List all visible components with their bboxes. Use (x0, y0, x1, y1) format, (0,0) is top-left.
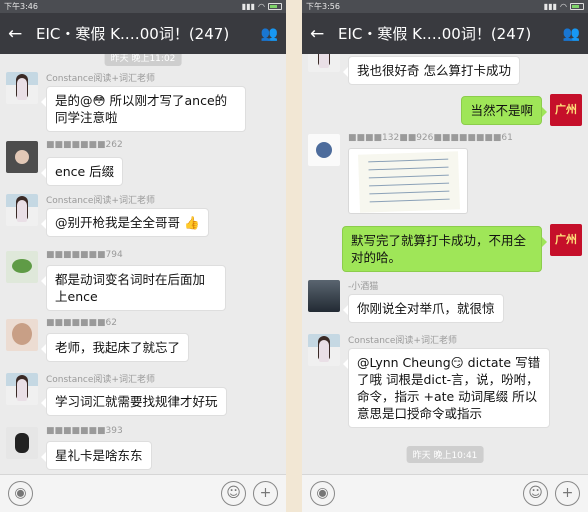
wifi-icon: ◠ (560, 2, 567, 11)
timestamp: 昨天 晚上10:41 (406, 446, 484, 463)
message-bubble[interactable]: @Lynn Cheung😏 dictate 写错了哦 词根是dict-言，说，吩… (343, 348, 550, 428)
message-bubble[interactable]: 你刚说全对举爪，就很惊 (343, 294, 504, 323)
screenshot-pair: 下午3:46 ▮▮▮ ◠ ← EIC・寒假 K.…00词！(247) 👥 昨天 … (0, 0, 588, 512)
sender-name: Constance阅读+词汇老师 (46, 196, 155, 206)
message-list[interactable]: 我也很好奇 怎么算打卡成功 广州 当然不是啊 ■■■■132■■926■■■■■… (302, 54, 588, 474)
plus-icon[interactable]: + (253, 481, 278, 506)
message-bubble[interactable]: 都是动词变名词时在后面加上ence (41, 265, 226, 311)
avatar[interactable] (308, 54, 340, 72)
avatar[interactable] (308, 280, 340, 312)
phone-screen-right: 下午3:56 ▮▮▮ ◠ ← EIC・寒假 K.…00词！(247) 👥 我也很… (302, 0, 588, 512)
group-members-icon[interactable]: 👥 (256, 26, 278, 42)
emoji-icon[interactable]: ☺ (523, 481, 548, 506)
message-bubble[interactable]: 老师，我起床了就忘了 (40, 333, 190, 362)
avatar[interactable] (308, 134, 340, 166)
message-list[interactable]: 昨天 晚上11:02 Constance阅读+词汇老师 是的@😳 所以刚才写了a… (0, 54, 286, 474)
chat-input-bar: ◉ ☺ + (302, 474, 588, 512)
status-icons: ▮▮▮ ◠ (242, 0, 282, 13)
battery-icon (268, 3, 282, 10)
back-arrow-icon[interactable]: ← (8, 24, 30, 44)
message: Constance阅读+词汇老师 是的@😳 所以刚才写了ance的同学注意啦 (4, 72, 282, 132)
message-bubble[interactable]: 学习词汇就需要找规律才好玩 (41, 387, 227, 416)
sender-name: Constance阅读+词汇老师 (46, 375, 155, 385)
avatar[interactable] (6, 72, 38, 104)
status-time: 下午3:56 (306, 2, 340, 11)
sender-name: ■■■■■■■393 (46, 426, 123, 436)
group-members-icon[interactable]: 👥 (558, 26, 580, 42)
status-bar: 下午3:56 ▮▮▮ ◠ (302, 0, 588, 13)
message-bubble[interactable]: 星礼卡是啥东东 (41, 441, 152, 470)
message: ■■■■132■■926■■■■■■■■61 (306, 133, 584, 214)
sender-name: ■■■■132■■926■■■■■■■■61 (348, 133, 513, 143)
sender-name: -小酒猫 (348, 282, 379, 292)
photo-of-notes (358, 151, 460, 213)
message-bubble[interactable]: @别开枪我是全全哥哥 👍 (41, 208, 209, 237)
status-bar: 下午3:46 ▮▮▮ ◠ (0, 0, 286, 13)
message-bubble[interactable]: 是的@😳 所以刚才写了ance的同学注意啦 (41, 86, 246, 132)
back-arrow-icon[interactable]: ← (310, 24, 332, 44)
emoji-icon[interactable]: ☺ (221, 481, 246, 506)
sender-name: Constance阅读+词汇老师 (46, 74, 155, 84)
battery-icon (570, 3, 584, 10)
wifi-icon: ◠ (258, 2, 265, 11)
voice-icon[interactable]: ◉ (8, 481, 33, 506)
chat-header: ← EIC・寒假 K.…00词！(247) 👥 (0, 13, 286, 54)
avatar[interactable] (308, 334, 340, 366)
signal-icon: ▮▮▮ (543, 2, 558, 11)
avatar[interactable] (6, 373, 38, 405)
avatar[interactable] (6, 427, 38, 459)
signal-icon: ▮▮▮ (241, 2, 256, 11)
sender-name: ■■■■■■■794 (46, 250, 123, 260)
message-bubble[interactable]: 我也很好奇 怎么算打卡成功 (343, 56, 520, 85)
plus-icon[interactable]: + (555, 481, 580, 506)
message-bubble[interactable]: 默写完了就算打卡成功，不用全对的哈。 (342, 226, 547, 272)
voice-icon[interactable]: ◉ (310, 481, 335, 506)
sender-name: ■■■■■■■62 (46, 318, 117, 328)
status-time: 下午3:46 (4, 2, 38, 11)
chat-title: EIC・寒假 K.…00词！(247) (36, 25, 230, 43)
chat-header: ← EIC・寒假 K.…00词！(247) 👥 (302, 13, 588, 54)
message-bubble[interactable]: ence 后缀 (40, 157, 124, 186)
avatar[interactable]: 广州 (550, 224, 582, 256)
phone-screen-left: 下午3:46 ▮▮▮ ◠ ← EIC・寒假 K.…00词！(247) 👥 昨天 … (0, 0, 286, 512)
avatar[interactable] (6, 319, 38, 351)
avatar[interactable] (6, 194, 38, 226)
sender-name: Constance阅读+词汇老师 (348, 336, 457, 346)
chat-input-bar: ◉ ☺ + (0, 474, 286, 512)
chat-title: EIC・寒假 K.…00词！(247) (338, 25, 532, 43)
status-icons: ▮▮▮ ◠ (544, 0, 584, 13)
timestamp: 昨天 晚上11:02 (104, 54, 182, 66)
avatar[interactable] (6, 141, 38, 173)
image-message[interactable] (348, 148, 468, 214)
avatar[interactable]: 广州 (550, 94, 582, 126)
avatar[interactable] (6, 251, 38, 283)
message-bubble[interactable]: 当然不是啊 (461, 96, 547, 125)
sender-name: ■■■■■■■262 (46, 140, 123, 150)
